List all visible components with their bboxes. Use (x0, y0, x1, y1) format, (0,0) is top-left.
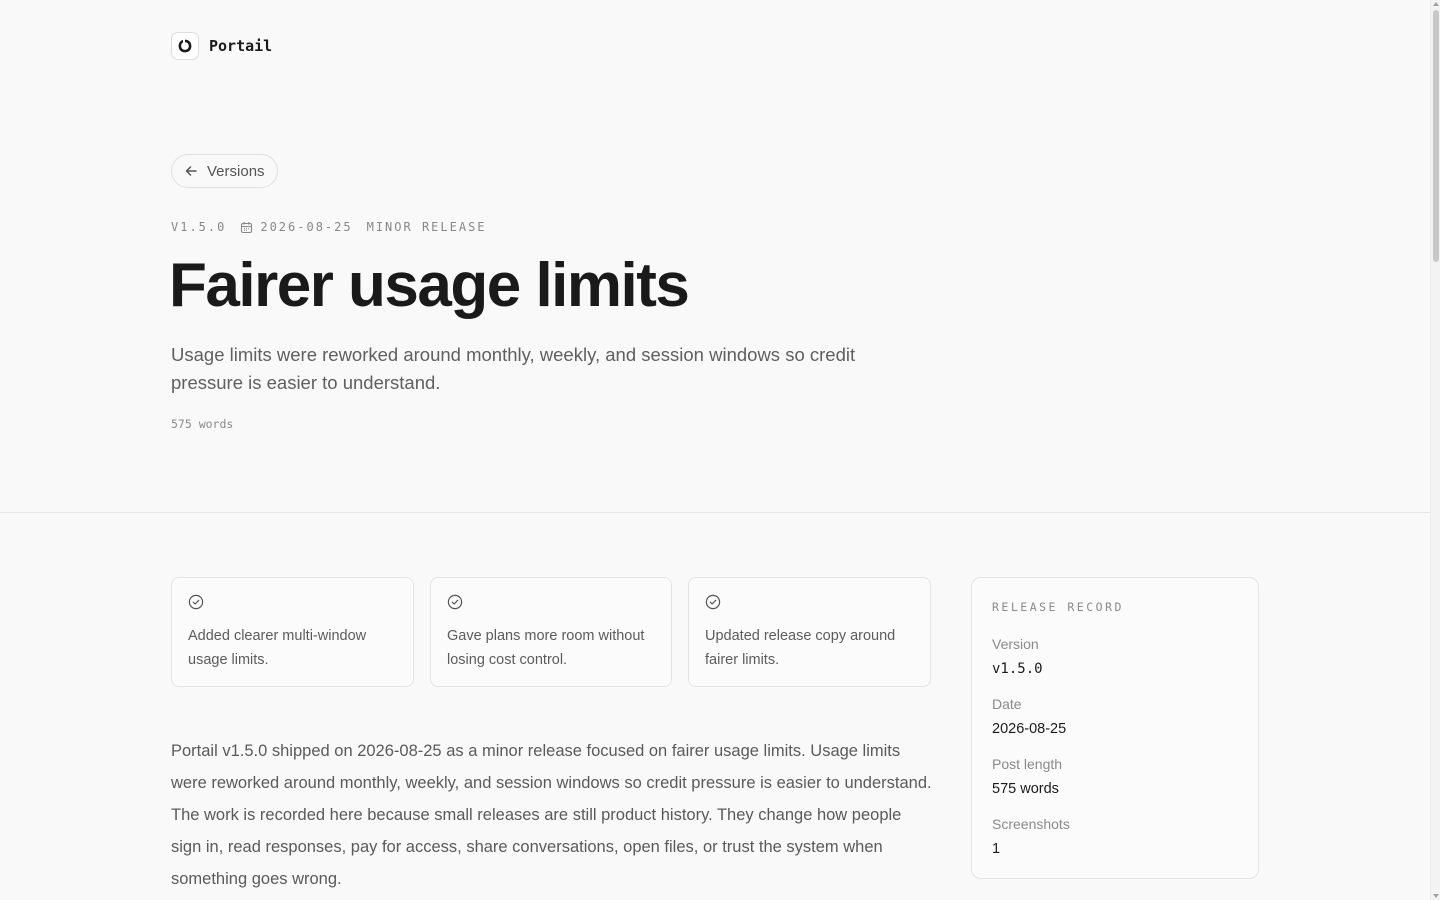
highlight-text: Gave plans more room without losing cost… (447, 628, 645, 668)
scroll-down-arrow[interactable] (1433, 894, 1439, 898)
calendar-icon (241, 221, 253, 233)
meta-date-text: 2026-08-25 (260, 220, 353, 234)
highlight-card: Updated release copy around fairer limit… (688, 577, 931, 687)
release-meta: V1.5.0 2026-08-25 MINOR RELEASE (171, 220, 487, 234)
meta-date: 2026-08-25 (240, 220, 352, 234)
release-record-heading: RELEASE RECORD (992, 600, 1124, 614)
check-circle-icon (447, 594, 463, 610)
release-record-panel: RELEASE RECORD Version v1.5.0 Date 2026-… (971, 577, 1259, 879)
record-value: v1.5.0 (992, 661, 1043, 677)
record-label: Version (992, 636, 1039, 652)
record-value: 575 words (992, 781, 1059, 797)
scroll-up-arrow[interactable] (1433, 2, 1439, 6)
section-divider (0, 512, 1430, 513)
record-row-post-length: Post length 575 words (992, 755, 1238, 799)
brand-logo-icon (171, 32, 199, 60)
record-label: Date (992, 696, 1022, 712)
highlight-card: Added clearer multi-window usage limits. (171, 577, 414, 687)
record-value: 1 (992, 841, 1001, 857)
record-row-screenshots: Screenshots 1 (992, 815, 1238, 859)
highlight-text: Added clearer multi-window usage limits. (188, 628, 367, 668)
page-subtitle: Usage limits were reworked around monthl… (171, 344, 856, 393)
check-circle-icon (188, 594, 204, 610)
page-title: Fairer usage limits (169, 251, 690, 320)
highlight-text: Updated release copy around fairer limit… (705, 628, 896, 668)
brand-name: Portail (209, 37, 273, 55)
check-circle-icon (705, 594, 721, 610)
record-label: Screenshots (992, 816, 1070, 832)
record-row-date: Date 2026-08-25 (992, 695, 1238, 739)
record-value: 2026-08-25 (992, 721, 1067, 737)
post-body: Portail v1.5.0 shipped on 2026-08-25 as … (171, 742, 932, 888)
arrow-left-icon (185, 166, 197, 176)
brand-home-link[interactable]: Portail (171, 32, 272, 60)
back-button-label: Versions (207, 162, 265, 180)
meta-release-type: MINOR RELEASE (366, 220, 487, 234)
highlight-card: Gave plans more room without losing cost… (430, 577, 672, 687)
record-row-version: Version v1.5.0 (992, 635, 1238, 679)
meta-version: V1.5.0 (171, 220, 227, 234)
page-scrollbar[interactable] (1430, 0, 1440, 900)
word-count: 575 words (171, 417, 234, 431)
record-label: Post length (992, 756, 1063, 772)
scrollbar-thumb[interactable] (1433, 10, 1439, 262)
back-to-versions-button[interactable]: Versions (171, 154, 278, 188)
